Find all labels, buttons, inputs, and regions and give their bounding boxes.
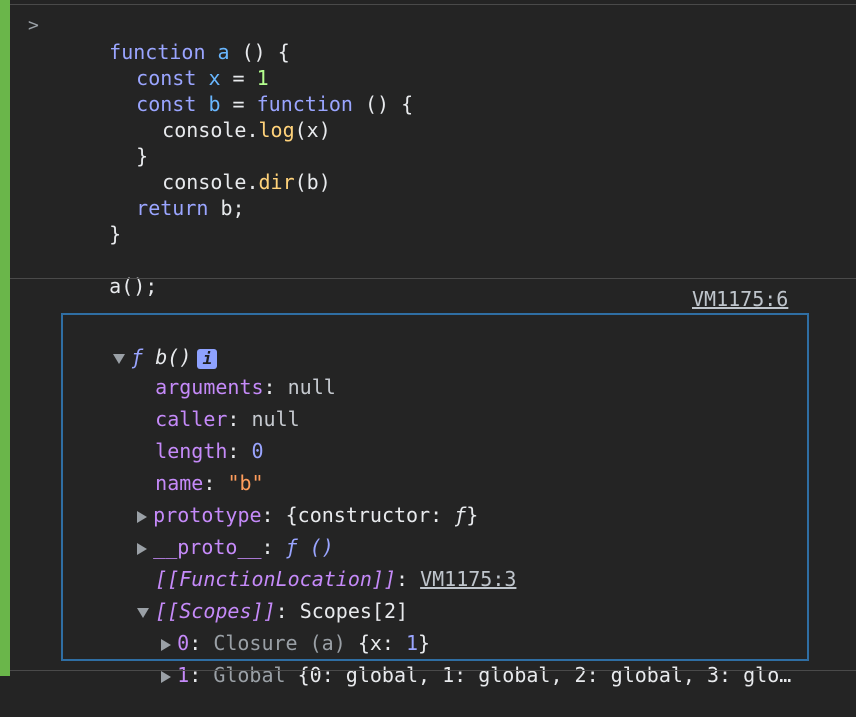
code-line-8: } [109, 222, 122, 246]
prompt-chevron-icon: > [28, 15, 39, 36]
prop-row-prototype[interactable]: prototype: {constructor: ƒ} [89, 473, 478, 527]
object-header-row[interactable]: ƒ b() i [65, 315, 218, 369]
prop-row-length: length: 0 [155, 439, 264, 463]
code-line-6: console.dir(b) [162, 170, 331, 194]
prop-row-function-location: [[FunctionLocation]]: VM1175:3 [155, 567, 517, 591]
code-line-3: const b = function () { [136, 92, 414, 116]
bottom-divider [10, 670, 856, 671]
code-line-7: return b; [136, 196, 245, 220]
prop-row-arguments: arguments: null [155, 375, 336, 399]
prop-row-name: name: "b" [155, 471, 264, 495]
code-line-5: } [136, 144, 149, 168]
prop-row-scopes[interactable]: [[Scopes]]: Scopes[2] [89, 569, 408, 623]
console-output-object: ƒ b() i arguments: null caller: null leng… [61, 313, 809, 687]
console-entry-divider [10, 278, 856, 279]
scope-row-global[interactable]: 1: Global {0: global, 1: global, 2: glob… [113, 633, 791, 687]
prop-row-proto[interactable]: __proto__: ƒ () [89, 505, 334, 559]
top-divider [10, 4, 856, 5]
source-link-vm1175-6[interactable]: VM1175:6 [692, 287, 788, 311]
prop-row-caller: caller: null [155, 407, 300, 431]
code-line-9: a(); [109, 274, 158, 298]
scope-row-closure[interactable]: 0: Closure (a) {x: 1} [113, 601, 430, 655]
code-line-4: console.log(x) [162, 118, 331, 142]
code-line-1: function a () { [109, 40, 290, 64]
expand-toggle-icon[interactable] [161, 670, 172, 683]
source-link-vm1175-3[interactable]: VM1175:3 [420, 567, 516, 591]
left-accent-bar [0, 0, 10, 676]
code-line-2: const x = 1 [136, 66, 269, 90]
